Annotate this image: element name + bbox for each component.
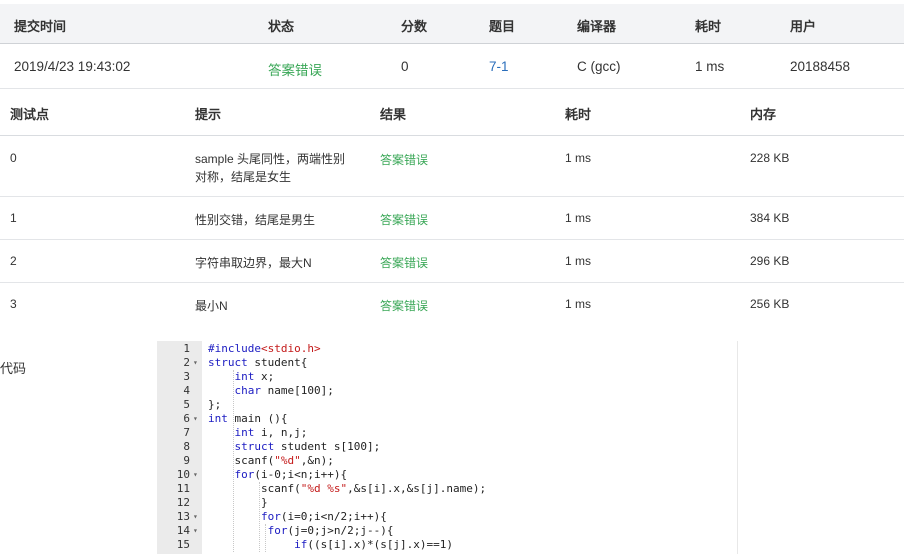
testcase-time: 1 ms — [565, 254, 592, 268]
code-line: 14 ▾ for(j=0;j>n/2;j--){ — [157, 524, 737, 538]
line-number: 4 — [183, 384, 190, 397]
testcase-id: 0 — [10, 151, 17, 165]
testcase-hint: sample 头尾同性，两端性别对称，结尾是女生 — [195, 152, 346, 184]
testcase-hint: 最小N — [195, 299, 228, 313]
testcase-memory: 384 KB — [750, 211, 790, 225]
header-submit-time: 提交时间 — [14, 19, 67, 34]
line-number: 7 — [183, 426, 190, 439]
code-line: 12 } — [157, 496, 737, 510]
code-line: 4 char name[100]; — [157, 384, 737, 398]
indent-guide — [265, 524, 266, 552]
code-line: 9 scanf("%d",&n); — [157, 454, 737, 468]
code-line: 1 #include<stdio.h> — [157, 342, 737, 356]
line-number: 9 — [183, 454, 190, 467]
testcase-result: 答案错误 — [380, 213, 429, 227]
code-line: 6 ▾ int main (){ — [157, 412, 737, 426]
table-row: 0 sample 头尾同性，两端性别对称，结尾是女生 答案错误 1 ms 228… — [0, 136, 904, 197]
code-text: #include<stdio.h> — [208, 342, 321, 355]
user-value: 20188458 — [790, 59, 851, 74]
code-text: for(i-0;i<n;i++){ — [234, 468, 348, 481]
header-time: 耗时 — [565, 107, 592, 122]
testcase-time: 1 ms — [565, 211, 592, 225]
code-line: 15 if((s[i].x)*(s[j].x)==1) — [157, 538, 737, 552]
header-compiler: 编译器 — [577, 19, 617, 34]
compiler-value: C (gcc) — [577, 59, 621, 74]
indent-guide — [259, 482, 260, 552]
testcase-result: 答案错误 — [380, 299, 429, 313]
code-line: 13 ▾ for(i=0;i<n/2;i++){ — [157, 510, 737, 524]
code-editor[interactable]: 1 #include<stdio.h> 2 ▾ struct student{3 int… — [157, 341, 738, 554]
testcase-memory: 256 KB — [750, 297, 790, 311]
elapsed-value: 1 ms — [695, 59, 725, 74]
code-text: char name[100]; — [234, 384, 334, 397]
fold-toggle-icon[interactable]: ▾ — [193, 510, 198, 524]
line-number: 2 — [183, 356, 190, 369]
testcase-result: 答案错误 — [380, 256, 429, 270]
header-memory: 内存 — [750, 107, 777, 122]
line-number: 3 — [183, 370, 190, 383]
testcase-id: 3 — [10, 297, 17, 311]
problem-link[interactable]: 7-1 — [489, 59, 509, 74]
testcase-id: 2 — [10, 254, 17, 268]
line-number: 6 — [183, 412, 190, 425]
line-number: 10 — [176, 468, 190, 481]
code-line: 5}; — [157, 398, 737, 412]
fold-toggle-icon[interactable]: ▾ — [193, 356, 198, 370]
code-text: }; — [208, 398, 222, 411]
fold-toggle-icon[interactable]: ▾ — [193, 412, 198, 426]
code-text: for(j=0;j>n/2;j--){ — [267, 524, 394, 537]
testcase-hint: 字符串取边界，最大N — [195, 256, 312, 270]
line-number: 15 — [176, 538, 190, 551]
testcase-memory: 296 KB — [750, 254, 790, 268]
code-text: struct student{ — [208, 356, 308, 369]
code-line: 8 struct student s[100]; — [157, 440, 737, 454]
header-testcase: 测试点 — [10, 107, 50, 122]
status-badge: 答案错误 — [268, 63, 322, 78]
code-text: if((s[i].x)*(s[j].x)==1) — [294, 538, 454, 551]
header-result: 结果 — [380, 107, 407, 122]
line-number: 8 — [183, 440, 190, 453]
fold-toggle-icon[interactable]: ▾ — [193, 524, 198, 538]
submission-row: 2019/4/23 19:43:02 答案错误 0 7-1 C (gcc) 1 … — [0, 44, 904, 89]
table-row: 3 最小N 答案错误 1 ms 256 KB — [0, 283, 904, 325]
header-elapsed: 耗时 — [695, 19, 722, 34]
testcase-memory: 228 KB — [750, 151, 790, 165]
code-text: int x; — [234, 370, 275, 383]
testcase-time: 1 ms — [565, 151, 592, 165]
code-text: int i, n,j; — [234, 426, 308, 439]
code-line: 2 ▾ struct student{ — [157, 356, 737, 370]
code-line: 11 scanf("%d %s",&s[i].x,&s[j].name); — [157, 482, 737, 496]
testcase-result: 答案错误 — [380, 153, 429, 167]
code-line: 3 int x; — [157, 370, 737, 384]
testcase-id: 1 — [10, 211, 17, 225]
code-text: int main (){ — [208, 412, 288, 425]
line-number: 13 — [176, 510, 190, 523]
code-text: scanf("%d %s",&s[i].x,&s[j].name); — [208, 482, 487, 495]
fold-toggle-icon[interactable]: ▾ — [193, 468, 198, 482]
table-row: 2 字符串取边界，最大N 答案错误 1 ms 296 KB — [0, 240, 904, 283]
header-problem: 题目 — [489, 19, 516, 34]
line-number: 12 — [176, 496, 190, 509]
submit-time: 2019/4/23 19:43:02 — [14, 59, 131, 74]
code-label: 代码 — [0, 361, 27, 376]
header-score: 分数 — [401, 19, 428, 34]
code-text: scanf("%d",&n); — [208, 454, 334, 467]
submission-header-row: 提交时间 状态 分数 题目 编译器 耗时 用户 — [0, 4, 904, 44]
line-number: 1 — [183, 342, 190, 355]
testcase-time: 1 ms — [565, 297, 592, 311]
line-number: 5 — [183, 398, 190, 411]
code-text: for(i=0;i<n/2;i++){ — [260, 510, 387, 523]
header-hint: 提示 — [195, 107, 222, 122]
table-row: 1 性别交错，结尾是男生 答案错误 1 ms 384 KB — [0, 197, 904, 240]
indent-guide — [233, 370, 234, 552]
code-line: 10 ▾ for(i-0;i<n;i++){ — [157, 468, 737, 482]
code-line: 7 int i, n,j; — [157, 426, 737, 440]
line-number: 14 — [176, 524, 190, 537]
line-number: 11 — [176, 482, 190, 495]
header-user: 用户 — [790, 19, 817, 34]
testcase-hint: 性别交错，结尾是男生 — [195, 213, 316, 227]
score-value: 0 — [401, 59, 409, 74]
header-status: 状态 — [268, 19, 295, 34]
testcase-header-row: 测试点 提示 结果 耗时 内存 — [0, 89, 904, 136]
